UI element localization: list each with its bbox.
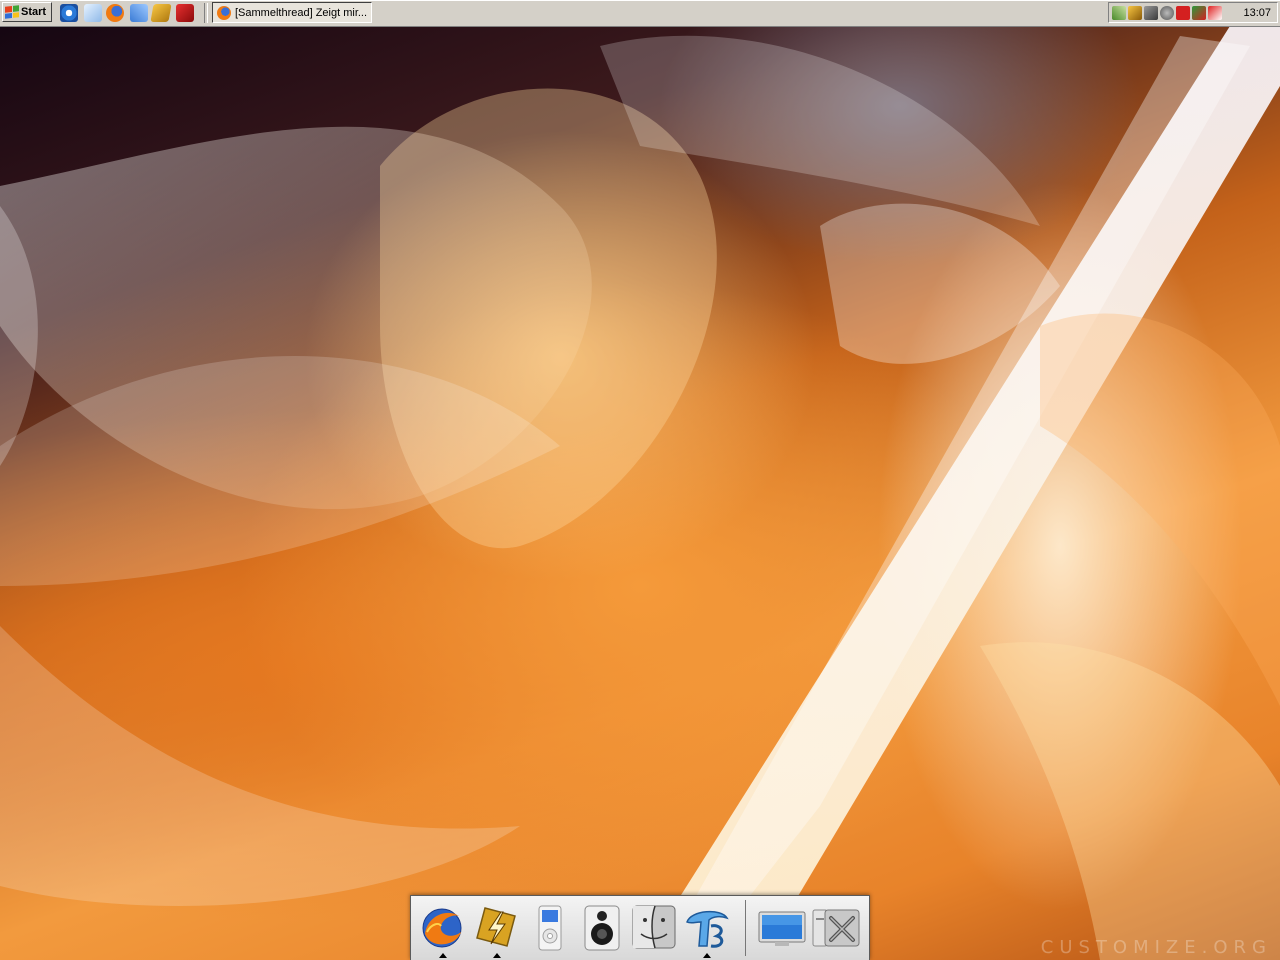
network-tray-icon[interactable]: [1112, 5, 1126, 20]
wallpaper-watermark: CUSTOMIZE.ORG: [1040, 937, 1272, 958]
start-button[interactable]: Start: [2, 2, 52, 22]
messenger-tray-icon[interactable]: [1160, 5, 1174, 20]
acrobat-icon[interactable]: [176, 4, 194, 22]
taskbar-separator: [204, 3, 208, 23]
ati-tray-icon[interactable]: [1176, 5, 1190, 20]
dock-item-my-computer[interactable]: [757, 902, 807, 952]
firefox-icon: [422, 908, 462, 948]
start-label: Start: [21, 6, 47, 18]
trillian-icon: [686, 910, 729, 948]
winamp-icon: [476, 907, 516, 947]
desktop-wallpaper: CUSTOMIZE.ORG: [0, 26, 1280, 960]
dock-item-finder[interactable]: [629, 902, 679, 952]
dock-item-winamp[interactable]: [471, 902, 521, 958]
running-indicator: [439, 953, 447, 958]
dock-item-trillian[interactable]: [681, 902, 731, 958]
dock-item-system-tools[interactable]: [811, 902, 861, 952]
taskbar: Start [Sammelthread] Zeigt mir... 13:07: [0, 0, 1280, 27]
ipod-icon: [538, 905, 562, 951]
settings-tray-icon[interactable]: [1144, 5, 1158, 20]
windows-flag-icon: [5, 5, 19, 19]
speaker-icon: [584, 905, 620, 951]
winamp-tray-icon[interactable]: [1128, 5, 1142, 20]
task-button-label: [Sammelthread] Zeigt mir...: [235, 6, 368, 19]
clock[interactable]: 13:07: [1243, 7, 1271, 19]
wallpaper-swirls: [0, 26, 1280, 960]
running-indicator: [493, 953, 501, 958]
task-button-firefox[interactable]: [Sammelthread] Zeigt mir...: [212, 2, 372, 23]
volume-tray-icon[interactable]: [1192, 5, 1206, 20]
antivirus-tray-icon[interactable]: [1208, 5, 1222, 20]
tools-icon: [812, 909, 860, 947]
running-indicator: [703, 953, 711, 958]
dock-separator: [745, 900, 746, 956]
finder-icon: [632, 905, 676, 949]
monitor-icon: [758, 911, 806, 946]
firefox-icon[interactable]: [106, 4, 124, 22]
system-tray: 13:07: [1108, 2, 1278, 23]
internet-explorer-icon[interactable]: [60, 4, 78, 22]
network-icon[interactable]: [130, 4, 148, 22]
firefox-icon: [217, 5, 231, 20]
dock: [410, 895, 870, 960]
mail-icon[interactable]: [84, 4, 102, 22]
dock-item-speaker[interactable]: [577, 902, 627, 952]
winamp-icon[interactable]: [150, 4, 172, 22]
dock-item-firefox[interactable]: [417, 902, 467, 958]
dock-item-ipod[interactable]: [525, 902, 575, 952]
